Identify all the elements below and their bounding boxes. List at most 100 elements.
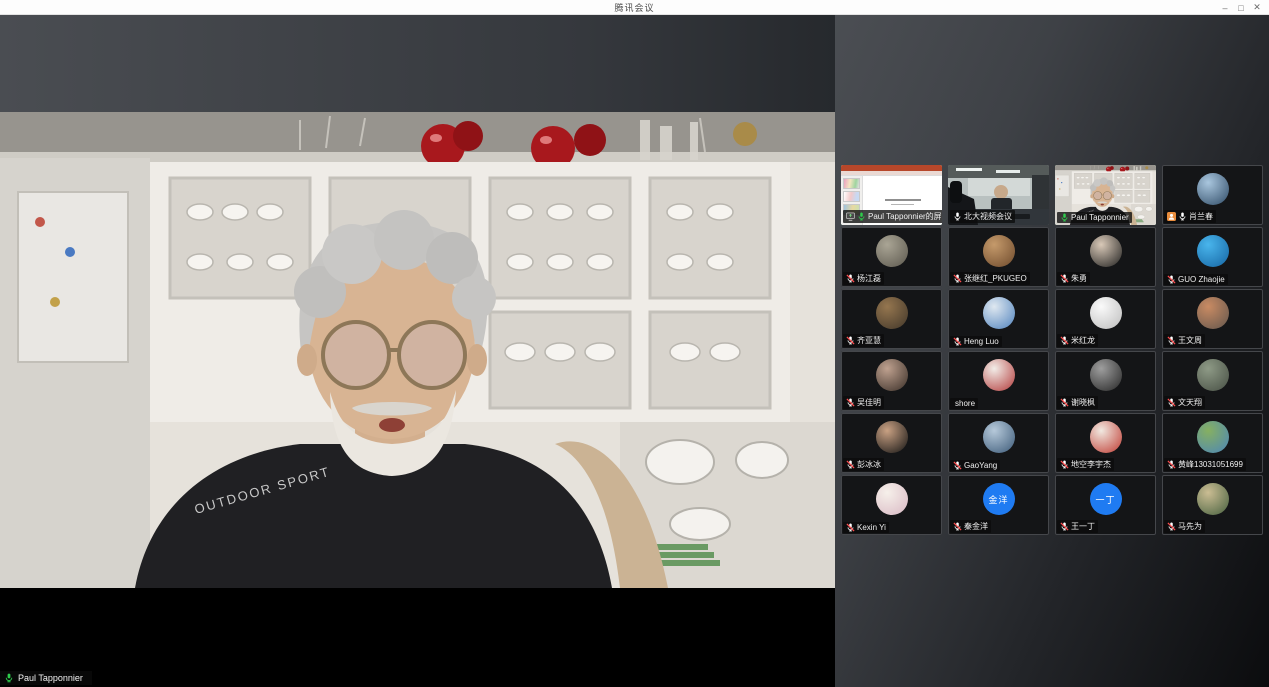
participant-tile[interactable]: 张继红_PKUGEO (948, 227, 1049, 287)
participant-name: 杨江磊 (857, 273, 881, 284)
participant-label: 米红龙 (1057, 334, 1098, 347)
mic-muted-icon (1060, 274, 1069, 283)
participant-avatar: 一丁 (1090, 483, 1122, 515)
participant-badges (953, 274, 962, 283)
participant-tile[interactable]: 齐亚慧 (841, 289, 942, 349)
mic-on-icon (4, 673, 14, 683)
participant-name: 张继红_PKUGEO (964, 273, 1027, 284)
mic-icon (953, 212, 962, 221)
participant-name: GUO Zhaojie (1178, 275, 1225, 284)
participant-tile[interactable]: 杨江磊 (841, 227, 942, 287)
mic-muted-icon (1060, 460, 1069, 469)
participant-avatar (1197, 483, 1229, 515)
participant-badges (953, 212, 962, 221)
participant-avatar (1197, 297, 1229, 329)
speaker-name: Paul Tapponnier (18, 673, 83, 683)
participant-tile[interactable]: 米红龙 (1055, 289, 1156, 349)
participant-tile[interactable]: 文天翔 (1162, 351, 1263, 411)
participant-name: shore (955, 399, 975, 408)
mic-muted-icon (1167, 398, 1176, 407)
participant-name: 米红龙 (1071, 335, 1095, 346)
participant-name: Kexin Yi (857, 523, 886, 532)
mic-muted-icon (846, 398, 855, 407)
participant-tile[interactable]: shore (948, 351, 1049, 411)
participant-name: 王一丁 (1071, 521, 1095, 532)
participant-grid: Paul Tapponnier的屏幕共享 北大视频会议 Paul Tapponn… (841, 165, 1263, 535)
participant-badges (1167, 336, 1176, 345)
mic-muted-icon (1167, 522, 1176, 531)
participant-tile[interactable]: 黄峰13031051699 (1162, 413, 1263, 473)
participant-name: 北大视频会议 (964, 211, 1012, 222)
participant-tile[interactable]: 北大视频会议 (948, 165, 1049, 225)
participant-tile[interactable]: Paul Tapponnier的屏幕共享 (841, 165, 942, 225)
participant-avatar (983, 421, 1015, 453)
participants-panel: Paul Tapponnier的屏幕共享 北大视频会议 Paul Tapponn… (835, 15, 1269, 687)
participant-badges (1167, 398, 1176, 407)
participant-tile[interactable]: 马先为 (1162, 475, 1263, 535)
minimize-button[interactable]: – (1217, 0, 1233, 15)
close-button[interactable]: ✕ (1249, 0, 1265, 15)
participant-tile[interactable]: 王文周 (1162, 289, 1263, 349)
window-titlebar[interactable]: 腾讯会议 – □ ✕ (0, 0, 1269, 15)
participant-tile[interactable]: 吴佳明 (841, 351, 942, 411)
mic-muted-icon (1167, 275, 1176, 284)
mic-muted-icon (1167, 336, 1176, 345)
participant-label: GaoYang (950, 460, 1000, 471)
participant-avatar (1090, 235, 1122, 267)
participant-avatar (983, 359, 1015, 391)
participant-tile[interactable]: 彭冰冰 (841, 413, 942, 473)
participant-badges (953, 337, 962, 346)
participant-label: 马先为 (1164, 520, 1205, 533)
participant-label: GUO Zhaojie (1164, 274, 1228, 285)
participant-label: Kexin Yi (843, 522, 889, 533)
maximize-button[interactable]: □ (1233, 0, 1249, 15)
participant-name: 肖兰春 (1189, 211, 1213, 222)
participant-tile[interactable]: GUO Zhaojie (1162, 227, 1263, 287)
participant-tile[interactable]: Paul Tapponnier (1055, 165, 1156, 225)
participant-label: 朱勇 (1057, 272, 1090, 285)
stage-top-gradient (0, 15, 835, 112)
participant-tile[interactable]: 肖兰春 (1162, 165, 1263, 225)
participant-tile[interactable]: GaoYang (948, 413, 1049, 473)
participant-name: GaoYang (964, 461, 997, 470)
participant-avatar (983, 235, 1015, 267)
participant-name: Paul Tapponnier (1071, 213, 1129, 222)
mic-muted-icon (846, 523, 855, 532)
participant-tile[interactable]: 朱勇 (1055, 227, 1156, 287)
participant-label: 秦金洋 (950, 520, 991, 533)
window-controls: – □ ✕ (1217, 0, 1265, 15)
participant-tile[interactable]: 地空李宇杰 (1055, 413, 1156, 473)
participant-avatar (876, 483, 908, 515)
mic-muted-icon (846, 274, 855, 283)
participant-badges (1060, 460, 1069, 469)
participant-name: 齐亚慧 (857, 335, 881, 346)
speaker-name-label: Paul Tapponnier (0, 671, 92, 685)
mic-muted-icon (846, 336, 855, 345)
participant-label: 吴佳明 (843, 396, 884, 409)
mic-muted-icon (953, 522, 962, 531)
participant-badges (1167, 460, 1176, 469)
screen-share-icon (846, 212, 855, 221)
participant-tile[interactable]: Heng Luo (948, 289, 1049, 349)
participant-label: 齐亚慧 (843, 334, 884, 347)
participant-name: 秦金洋 (964, 521, 988, 532)
host-badge-icon (1167, 212, 1176, 221)
participant-tile[interactable]: 谢晓枫 (1055, 351, 1156, 411)
mic-icon (1060, 213, 1069, 222)
participant-tile[interactable]: Kexin Yi (841, 475, 942, 535)
participant-badges (846, 274, 855, 283)
mic-muted-icon (1060, 522, 1069, 531)
participant-name: 黄峰13031051699 (1178, 459, 1243, 470)
participant-badges (1167, 212, 1187, 221)
participant-badges (1167, 522, 1176, 531)
participant-label: Paul Tapponnier的屏幕共享 (843, 210, 942, 223)
participant-name: 文天翔 (1178, 397, 1202, 408)
meeting-window: Paul Tapponnier Paul Tapponnier的屏幕共享 (0, 15, 1269, 687)
participant-tile[interactable]: 一丁 王一丁 (1055, 475, 1156, 535)
participant-avatar (876, 235, 908, 267)
participant-tile[interactable]: 金洋 秦金洋 (948, 475, 1049, 535)
participant-label: 彭冰冰 (843, 458, 884, 471)
participant-avatar (1197, 359, 1229, 391)
main-speaker-video: Paul Tapponnier (0, 15, 835, 687)
mic-muted-icon (953, 461, 962, 470)
